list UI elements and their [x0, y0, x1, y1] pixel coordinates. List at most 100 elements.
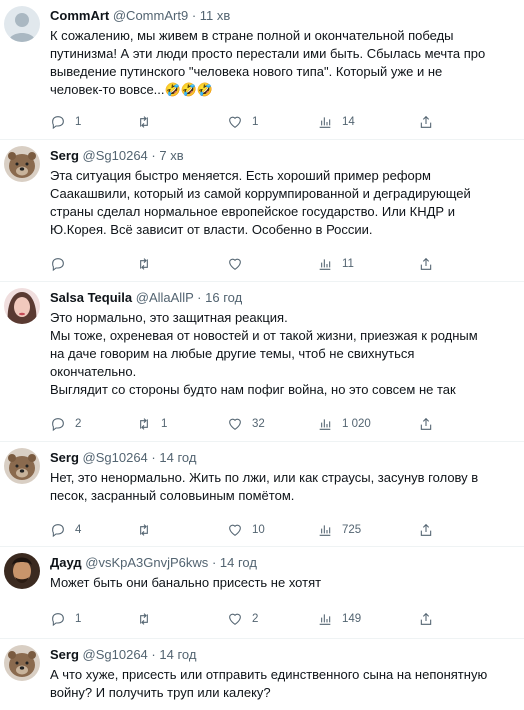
reply-button[interactable]: 2 — [50, 415, 81, 433]
like-button[interactable]: 1 — [227, 113, 258, 131]
avatar[interactable] — [4, 645, 40, 681]
reply-icon — [52, 524, 64, 538]
user-handle[interactable]: @Sg10264 — [83, 647, 148, 662]
tweet-text-line: Мы тоже, охреневая от новостей и от тако… — [50, 328, 478, 343]
views-count: 14 — [342, 116, 355, 128]
like-button[interactable]: 2 — [227, 610, 258, 628]
views-button[interactable]: 149 — [317, 610, 361, 628]
tweet[interactable]: Serg @Sg10264 · 14 год Нет, это ненормал… — [0, 442, 524, 547]
separator-dot: · — [151, 450, 156, 465]
retweet-icon — [140, 613, 148, 625]
retweet-icon — [140, 258, 148, 270]
tweet-text-line: Это нормально, это защитная реакция. — [50, 310, 288, 325]
like-icon — [229, 418, 241, 430]
tweet-header: Дауд @vsKpA3GnvjP6kws · 14 год — [50, 555, 516, 571]
timestamp[interactable]: 14 год — [159, 450, 196, 465]
tweet-header: CommArt @CommArt9 · 11 хв — [50, 8, 516, 24]
timestamp[interactable]: 11 хв — [200, 8, 231, 23]
display-name[interactable]: Serg — [50, 450, 79, 465]
share-icon — [420, 612, 432, 625]
user-handle[interactable]: @Sg10264 — [83, 148, 148, 163]
tweet-text-line: войну? И получить труп или калеку? — [50, 685, 271, 700]
tweet-text: Эта ситуация быстро меняется. Есть хорош… — [50, 167, 514, 239]
like-icon — [229, 524, 241, 536]
timestamp[interactable]: 7 хв — [159, 148, 183, 163]
avatar[interactable] — [4, 146, 40, 182]
tweet-text-line: окончательно. — [50, 364, 137, 379]
timestamp[interactable]: 14 год — [220, 555, 257, 570]
user-handle[interactable]: @CommArt9 — [113, 8, 188, 23]
tweet-header: Serg @Sg10264 · 14 год — [50, 647, 516, 663]
retweet-count: 1 — [161, 418, 168, 430]
tweet-text-line: песок, засранный соловьиным помётом. — [50, 488, 295, 503]
views-button[interactable]: 11 — [317, 255, 354, 273]
views-icon — [319, 259, 331, 270]
reply-button[interactable]: 4 — [50, 521, 81, 539]
retweet-icon — [140, 524, 148, 536]
avatar[interactable] — [4, 6, 40, 42]
like-button[interactable] — [227, 255, 252, 273]
views-count: 725 — [342, 524, 362, 536]
display-name[interactable]: CommArt — [50, 8, 109, 23]
timestamp[interactable]: 14 год — [159, 647, 196, 662]
user-handle[interactable]: @vsKpA3GnvjP6kws — [85, 555, 208, 570]
views-count: 149 — [342, 613, 362, 625]
share-button[interactable] — [418, 113, 434, 131]
reply-icon — [52, 116, 64, 130]
tweet[interactable]: Serg @Sg10264 · 14 год А что хуже, присе… — [0, 639, 524, 710]
separator-dot: · — [197, 290, 202, 305]
avatar[interactable] — [4, 288, 40, 324]
display-name[interactable]: Serg — [50, 148, 79, 163]
separator-dot: · — [151, 647, 156, 662]
like-count: 32 — [252, 418, 265, 430]
reply-button[interactable] — [50, 255, 75, 273]
tweet[interactable]: Serg @Sg10264 · 7 хв Эта ситуация быстро… — [0, 140, 524, 282]
views-button[interactable]: 1 020 — [317, 415, 371, 433]
retweet-button[interactable] — [136, 255, 161, 273]
reply-button[interactable]: 1 — [50, 113, 81, 131]
reply-icon — [52, 258, 64, 272]
share-button[interactable] — [418, 255, 434, 273]
retweet-button[interactable]: 1 — [136, 415, 167, 433]
display-name[interactable]: Дауд — [50, 555, 82, 570]
tweet[interactable]: Дауд @vsKpA3GnvjP6kws · 14 год Может быт… — [0, 547, 524, 639]
timestamp[interactable]: 16 год — [205, 290, 242, 305]
reply-button[interactable]: 1 — [50, 610, 81, 628]
views-button[interactable]: 14 — [317, 113, 355, 131]
tweet-text-line: на даче говорим на любые другие темы, чт… — [50, 346, 415, 361]
separator-dot: · — [211, 555, 217, 570]
share-icon — [420, 417, 432, 430]
retweet-button[interactable] — [136, 610, 161, 628]
tweet[interactable]: CommArt @CommArt9 · 11 хв К сожалению, м… — [0, 0, 524, 140]
like-icon — [229, 613, 241, 625]
views-count: 1 020 — [342, 418, 371, 430]
avatar[interactable] — [4, 553, 40, 589]
like-count: 1 — [252, 116, 259, 128]
views-button[interactable]: 725 — [317, 521, 361, 539]
tweet-text: Это нормально, это защитная реакция. Мы … — [50, 309, 514, 399]
retweet-button[interactable] — [136, 521, 161, 539]
like-button[interactable]: 32 — [227, 415, 265, 433]
avatar[interactable] — [4, 448, 40, 484]
tweet-text-line: Саакашвили, который из самой коррумпиров… — [50, 186, 471, 201]
display-name[interactable]: Salsa Tequila — [50, 290, 132, 305]
tweet-text: А что хуже, присесть или отправить единс… — [50, 666, 514, 702]
action-bar: 2 1 32 1 020 — [50, 415, 470, 433]
share-button[interactable] — [418, 521, 434, 539]
tweet-text-line: выведение путинского "человека нового ти… — [50, 64, 443, 79]
share-button[interactable] — [418, 415, 434, 433]
share-button[interactable] — [418, 610, 434, 628]
display-name[interactable]: Serg — [50, 647, 79, 662]
views-icon — [319, 614, 331, 625]
action-bar: 1 1 14 — [50, 113, 470, 131]
user-handle[interactable]: @AllaAllP — [136, 290, 194, 305]
retweet-button[interactable] — [136, 113, 161, 131]
like-button[interactable]: 10 — [227, 521, 265, 539]
tweet-text-line: страны сделал нормальное европейское гос… — [50, 204, 455, 219]
tweet-text-line: Эта ситуация быстро меняется. Есть хорош… — [50, 168, 431, 183]
tweet-text-line: путинизма! А эти люди просто перестали и… — [50, 46, 486, 61]
reply-icon — [52, 418, 64, 432]
tweet[interactable]: Salsa Tequila @AllaAllP · 16 год Это нор… — [0, 282, 524, 442]
user-handle[interactable]: @Sg10264 — [83, 450, 148, 465]
views-icon — [319, 117, 331, 128]
